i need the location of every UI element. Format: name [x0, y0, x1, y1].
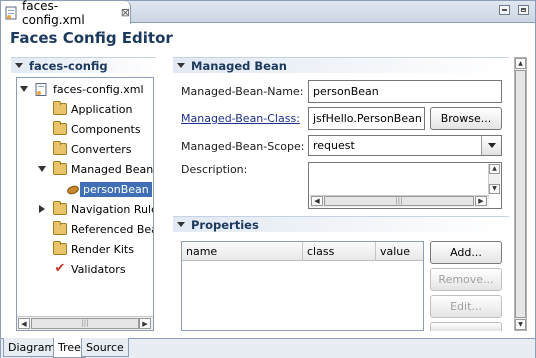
expand-closed-icon[interactable]: [37, 205, 47, 213]
bean-icon: [65, 184, 81, 196]
xml-file-icon: [5, 6, 18, 20]
tree-item-label: Validators: [71, 262, 126, 276]
description-field[interactable]: ▲ ▼ ◀ ||| ▶: [308, 162, 502, 209]
tree-section-title: faces-config: [29, 58, 108, 73]
tree-item[interactable]: Application: [37, 99, 132, 119]
tree-item-label: Application: [71, 102, 133, 116]
column-header-name[interactable]: name: [182, 242, 303, 261]
tree-item-label: Managed Beans: [71, 162, 154, 176]
tree-item-label: Converters: [71, 142, 132, 156]
tree-item[interactable]: Navigation Rules: [37, 199, 153, 219]
partially-hidden-button: [430, 322, 502, 331]
tree-item[interactable]: Referenced Bean: [37, 219, 153, 239]
scroll-up-icon[interactable]: ▲: [515, 58, 526, 69]
description-horizontal-scrollbar[interactable]: ◀ ||| ▶: [310, 195, 489, 207]
tree-item[interactable]: ✔ Validators: [37, 259, 126, 279]
close-icon[interactable]: ⊠: [121, 6, 130, 19]
scope-selected-value: request: [313, 139, 355, 152]
collapse-icon[interactable]: [177, 63, 185, 68]
page-title: Faces Config Editor: [10, 29, 173, 47]
tree-item[interactable]: Converters: [37, 139, 132, 159]
check-icon: ✔: [54, 261, 66, 276]
scrollbar-thumb[interactable]: [515, 70, 526, 318]
collapse-icon[interactable]: [15, 63, 23, 68]
managed-bean-class-link[interactable]: Managed-Bean-Class:: [181, 112, 300, 125]
tab-source[interactable]: Source: [81, 338, 129, 357]
tree-item-label: Components: [71, 122, 141, 136]
folder-icon: [53, 101, 67, 115]
tree-item-label: Navigation Rules: [71, 202, 153, 216]
editor-tab-title: faces-config.xml: [22, 0, 85, 27]
description-label: Description:: [181, 163, 248, 176]
chevron-down-icon[interactable]: [481, 136, 501, 155]
maximize-icon[interactable]: [518, 5, 529, 15]
scrollbar-thumb[interactable]: |||: [31, 318, 139, 329]
add-property-button[interactable]: Add...: [430, 241, 502, 264]
tree-item[interactable]: personBean: [51, 179, 152, 199]
tree-item[interactable]: Managed Beans: [37, 159, 154, 179]
scroll-right-icon[interactable]: ▶: [139, 318, 151, 329]
folder-icon: [53, 161, 67, 175]
editor-tab-strip: faces-config.xml ⊠: [1, 0, 535, 27]
tab-diagram[interactable]: Diagram: [3, 338, 61, 357]
tree-item[interactable]: Render Kits: [37, 239, 134, 259]
scroll-up-icon[interactable]: ▲: [489, 164, 500, 174]
edit-button-label: Edit...: [450, 300, 482, 313]
tree-item-label: Render Kits: [71, 242, 134, 256]
add-button-label: Add...: [450, 246, 482, 259]
properties-section-title: Properties: [191, 217, 259, 232]
folder-icon: [53, 141, 67, 155]
folder-icon: [53, 121, 67, 135]
browse-button-label: Browse...: [440, 112, 492, 125]
scroll-down-icon[interactable]: ▼: [515, 319, 526, 330]
tree-item-label: personBean: [80, 181, 152, 197]
scroll-down-icon[interactable]: ▼: [489, 184, 500, 194]
managed-bean-name-label: Managed-Bean-Name:: [181, 85, 304, 98]
tree-horizontal-scrollbar[interactable]: ◀ ||| ▶: [17, 316, 153, 330]
edit-property-button[interactable]: Edit...: [430, 295, 502, 318]
column-header-value[interactable]: value: [376, 242, 424, 261]
tree-item[interactable]: faces-config.xml: [19, 79, 144, 99]
managed-bean-name-field[interactable]: personBean: [308, 80, 502, 103]
managed-bean-section-title: Managed Bean: [191, 58, 287, 73]
minimize-icon[interactable]: [499, 5, 510, 15]
tree-section-header[interactable]: faces-config: [11, 57, 156, 73]
scrollbar-thumb[interactable]: |||: [324, 196, 474, 206]
browse-button[interactable]: Browse...: [430, 107, 502, 130]
editor-vertical-scrollbar[interactable]: ▲ ▼: [514, 57, 527, 331]
expand-open-icon[interactable]: [37, 166, 47, 172]
remove-button-label: Remove...: [438, 273, 494, 286]
managed-bean-scope-select[interactable]: request: [308, 135, 502, 156]
folder-icon: [53, 201, 67, 215]
editor-window: faces-config.xml ⊠ Faces Config Editor f…: [0, 0, 536, 358]
managed-bean-scope-label: Managed-Bean-Scope:: [181, 140, 305, 153]
remove-property-button[interactable]: Remove...: [430, 268, 502, 291]
scroll-left-icon[interactable]: ◀: [18, 318, 30, 329]
properties-table[interactable]: name class value: [181, 241, 424, 331]
page-tabs: Diagram Tree Source: [1, 338, 535, 358]
scroll-right-icon[interactable]: ▶: [475, 196, 487, 206]
xml-file-icon: [35, 83, 49, 96]
scroll-left-icon[interactable]: ◀: [311, 196, 323, 206]
tree-item-label: Referenced Bean: [71, 222, 153, 236]
description-vertical-scrollbar[interactable]: ▲ ▼: [488, 164, 500, 194]
properties-section-header[interactable]: Properties: [173, 216, 509, 232]
window-controls: [499, 5, 529, 15]
editor-tab[interactable]: faces-config.xml ⊠: [1, 0, 131, 27]
properties-table-header: name class value: [182, 242, 423, 261]
tree-item[interactable]: Components: [37, 119, 141, 139]
collapse-icon[interactable]: [177, 222, 185, 227]
folder-icon: [53, 221, 67, 235]
navigation-tree[interactable]: ✔ Validators Render Kits Referenced Bean Nav…: [16, 77, 154, 331]
folder-icon: [53, 241, 67, 255]
column-header-class[interactable]: class: [303, 242, 376, 261]
managed-bean-section-header[interactable]: Managed Bean: [173, 57, 509, 73]
managed-bean-class-field[interactable]: jsfHello.PersonBean: [308, 107, 425, 130]
tree-item-label: faces-config.xml: [53, 82, 144, 96]
expand-open-icon[interactable]: [19, 86, 29, 92]
